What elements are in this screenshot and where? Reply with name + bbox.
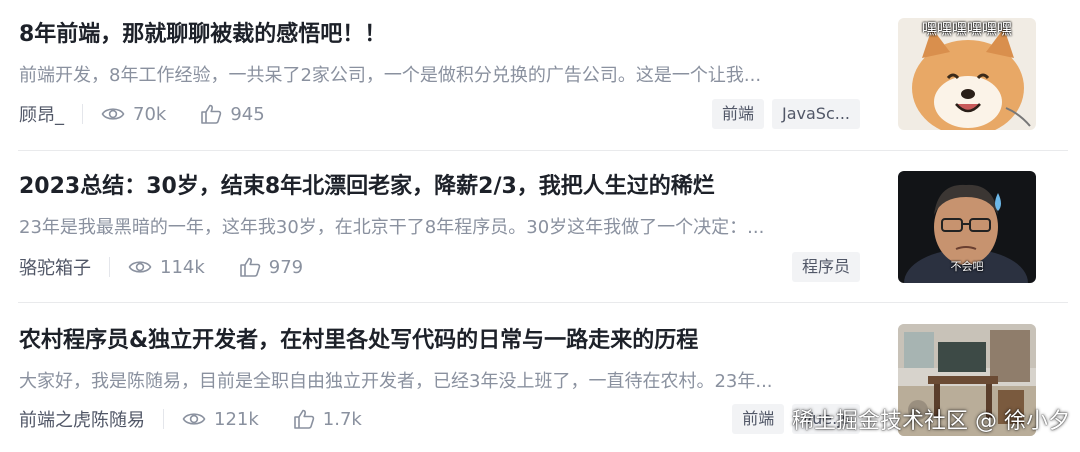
article-meta: 顾昂_ 70k 945 [19, 100, 299, 128]
article-thumbnail[interactable]: 不会吧 [898, 171, 1036, 283]
like-count-value: 979 [268, 256, 304, 278]
article-thumbnail[interactable]: 嘿嘿嘿嘿嘿嘿 [898, 18, 1036, 130]
view-count: 114k [128, 257, 205, 278]
author-name[interactable]: 前端之虎陈随易 [19, 406, 145, 432]
like-count-value: 1.7k [322, 408, 362, 430]
article-summary: 大家好，我是陈随易，目前是全职自由独立开发者，已经3年没上班了，一直待在农村。2… [19, 371, 773, 392]
eye-icon [101, 108, 125, 120]
tag-list: 前端 JavaSc... [711, 99, 860, 129]
view-count: 121k [182, 409, 259, 430]
article-meta: 前端之虎陈随易 121k 1.7k [19, 405, 396, 433]
like-count[interactable]: 979 [239, 257, 303, 278]
like-count[interactable]: 945 [200, 103, 265, 125]
meta-divider [163, 409, 164, 429]
article-list: 8年前端，那就聊聊被裁的感悟吧！！ 前端开发，8年工作经验，一共呆了2家公司，一… [0, 0, 1080, 447]
tag[interactable]: 前端 [732, 404, 785, 434]
article-summary: 23年是我最黑暗的一年，这年我30岁，在北京干了8年程序员。30岁这年我做了一个… [19, 217, 765, 238]
article-title[interactable]: 2023总结：30岁，结束8年北漂回老家，降薪2/3，我把人生过的稀烂 [19, 172, 715, 202]
tag[interactable]: JavaSc... [771, 99, 860, 129]
article-item[interactable]: 2023总结：30岁，结束8年北漂回老家，降薪2/3，我把人生过的稀烂 23年是… [0, 150, 1080, 300]
article-title[interactable]: 农村程序员&独立开发者，在村里各处写代码的日常与一路走来的历程 [19, 326, 698, 356]
author-name[interactable]: 骆驼箱子 [19, 254, 91, 280]
article-title[interactable]: 8年前端，那就聊聊被裁的感悟吧！！ [19, 20, 386, 50]
article-summary: 前端开发，8年工作经验，一共呆了2家公司，一个是做积分兑换的广告公司。这是一个让… [19, 65, 762, 86]
thumbnail-caption: 不会吧 [950, 260, 984, 273]
view-count-value: 121k [214, 408, 259, 430]
tag[interactable]: 前端 [711, 99, 764, 129]
tag[interactable]: 程序员 [791, 252, 860, 282]
tag-list: 程序员 [791, 252, 860, 282]
like-count-value: 945 [230, 103, 265, 125]
view-count: 70k [101, 104, 166, 125]
meta-divider [82, 104, 83, 124]
meta-divider [109, 257, 110, 277]
thumbnail-caption: 嘿嘿嘿嘿嘿嘿 [921, 20, 1012, 38]
thumbs-up-icon [293, 409, 315, 429]
eye-icon [128, 261, 152, 273]
article-item[interactable]: 8年前端，那就聊聊被裁的感悟吧！！ 前端开发，8年工作经验，一共呆了2家公司，一… [0, 0, 1080, 150]
thumbs-up-icon [201, 104, 222, 124]
like-count[interactable]: 1.7k [293, 409, 362, 430]
author-name[interactable]: 顾昂_ [19, 101, 64, 127]
view-count-value: 70k [133, 103, 167, 125]
article-meta: 骆驼箱子 114k 979 [19, 253, 337, 281]
watermark-text: 稀土掘金技术社区 @ 徐小夕 [792, 409, 1070, 434]
view-count-value: 114k [160, 256, 205, 278]
eye-icon [182, 413, 206, 425]
thumbs-up-icon [239, 257, 261, 277]
